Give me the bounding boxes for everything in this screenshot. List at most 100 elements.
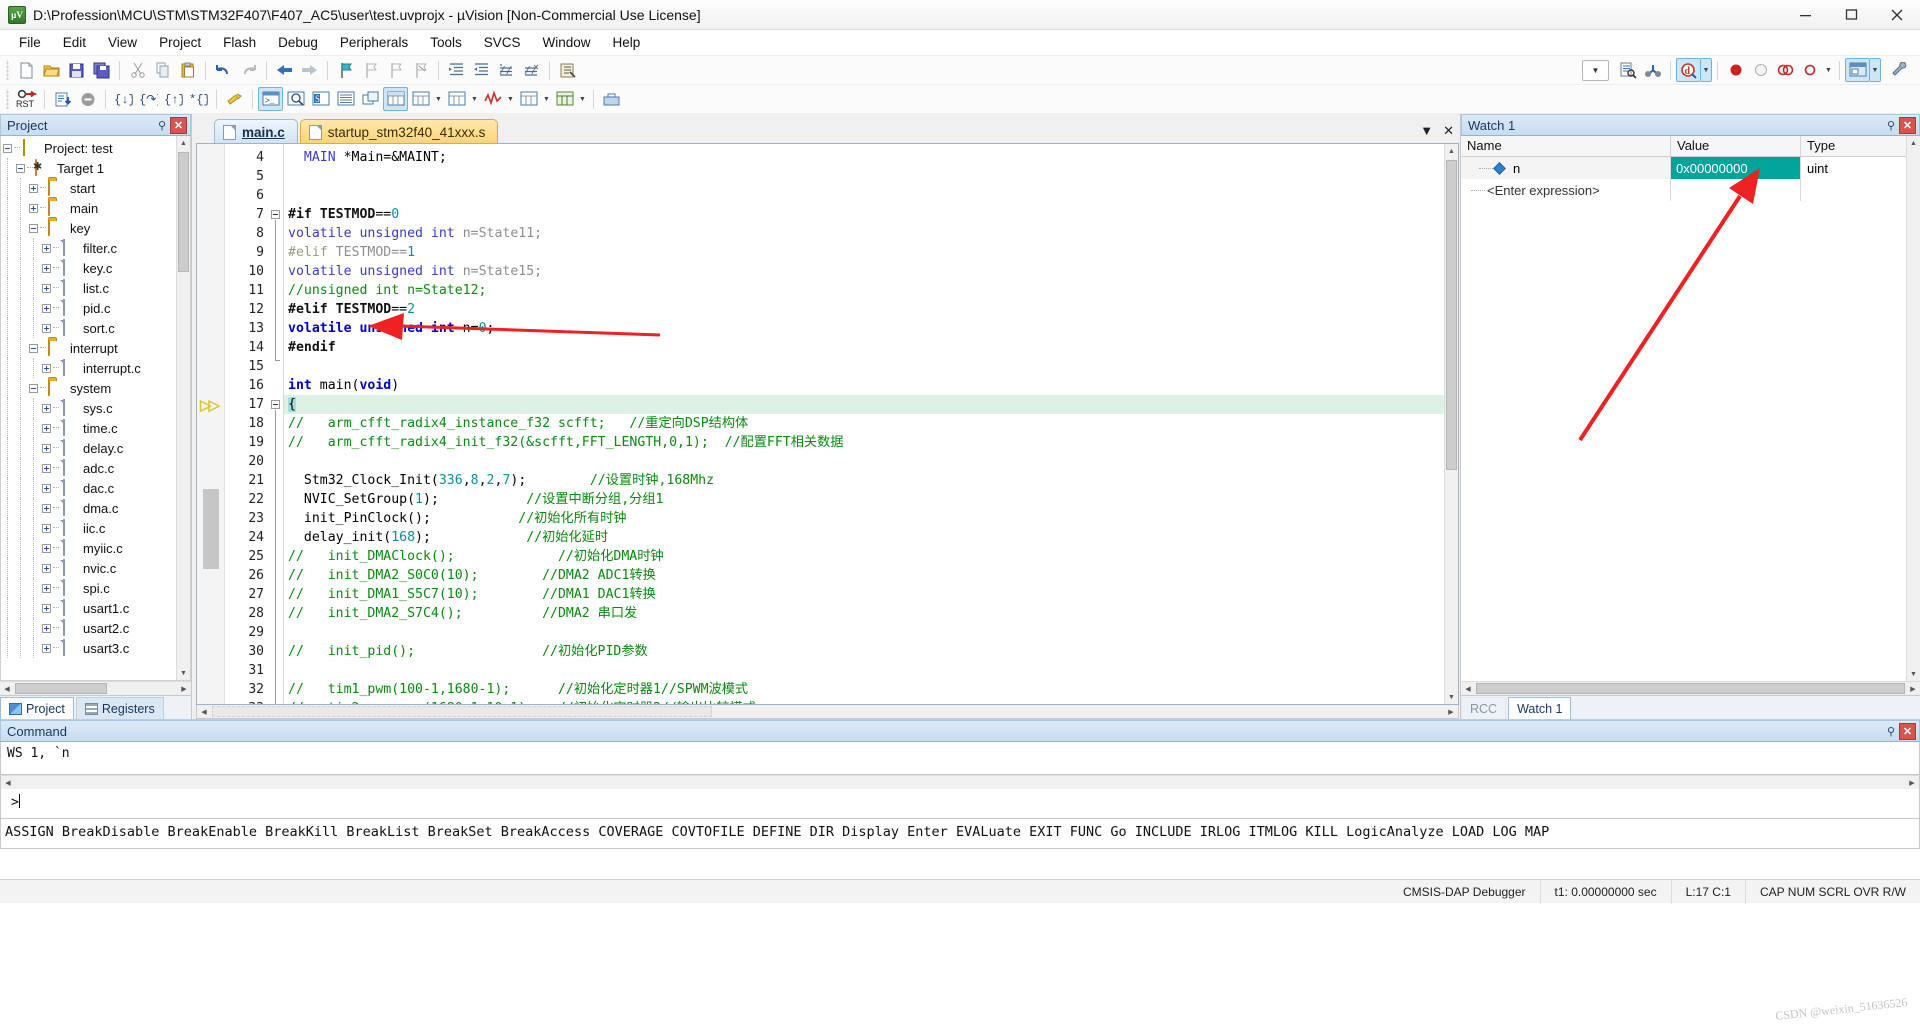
memory-window-icon[interactable] <box>408 87 433 111</box>
minimize-button[interactable] <box>1782 0 1828 30</box>
step-out-icon[interactable]: {↑} <box>161 87 186 111</box>
binocular-icon[interactable] <box>1640 58 1665 82</box>
watch-value[interactable]: 0x00000000 <box>1671 157 1801 179</box>
expand-icon[interactable] <box>40 318 53 338</box>
tree-item-adc-c[interactable]: adc.c <box>1 458 176 478</box>
menu-window[interactable]: Window <box>531 32 601 53</box>
project-tree-vscrollbar[interactable]: ▲ ▼ <box>176 136 190 680</box>
expand-icon[interactable] <box>40 558 53 578</box>
tree-item-sys-c[interactable]: sys.c <box>1 398 176 418</box>
expand-icon[interactable] <box>40 578 53 598</box>
step-over-icon[interactable]: {↷} <box>136 87 161 111</box>
tree-item-filter-c[interactable]: filter.c <box>1 238 176 258</box>
bookmark-clear-icon[interactable] <box>408 58 433 82</box>
menu-tools[interactable]: Tools <box>419 32 473 53</box>
code-line[interactable] <box>284 186 1458 205</box>
indent-icon[interactable] <box>444 58 469 82</box>
trace-icon[interactable] <box>516 87 541 111</box>
outdent-icon[interactable] <box>469 58 494 82</box>
command-input[interactable]: > <box>0 789 1920 819</box>
tree-item-sort-c[interactable]: sort.c <box>1 318 176 338</box>
bookmark-next-icon[interactable] <box>383 58 408 82</box>
scroll-right-icon[interactable]: ▶ <box>177 682 191 696</box>
collapse-icon[interactable] <box>27 378 40 398</box>
cut-icon[interactable] <box>125 58 150 82</box>
tree-item-spi-c[interactable]: spi.c <box>1 578 176 598</box>
code-line[interactable]: // init_DMAClock(); //初始化DMA时钟 <box>284 547 1458 566</box>
menu-debug[interactable]: Debug <box>267 32 329 53</box>
fold-toggle-icon[interactable] <box>271 400 280 409</box>
bookmark-prev-icon[interactable] <box>358 58 383 82</box>
expand-icon[interactable] <box>27 178 40 198</box>
project-tree-hscrollbar[interactable]: ◀ ▶ <box>0 681 191 695</box>
command-window-icon[interactable]: >_ <box>258 87 283 111</box>
tree-item-nvic-c[interactable]: nvic.c <box>1 558 176 578</box>
menu-peripherals[interactable]: Peripherals <box>329 32 419 53</box>
tree-item-list-c[interactable]: list.c <box>1 278 176 298</box>
tree-item-usart2-c[interactable]: usart2.c <box>1 618 176 638</box>
target-dropdown[interactable]: ▼ <box>1582 60 1609 81</box>
code-line[interactable]: // init_DMA2_S0C0(10); //DMA2 ADC1转换 <box>284 566 1458 585</box>
save-icon[interactable] <box>64 58 89 82</box>
code-line[interactable]: int main(void) <box>284 376 1458 395</box>
debug-session-icon[interactable]: d <box>1676 58 1701 82</box>
expand-icon[interactable] <box>40 538 53 558</box>
tree-item-iic-c[interactable]: iic.c <box>1 518 176 538</box>
tree-item-main[interactable]: main <box>1 198 176 218</box>
tree-item-system[interactable]: system <box>1 378 176 398</box>
code-line[interactable] <box>284 452 1458 471</box>
kill-breakpoints-icon[interactable] <box>1773 58 1798 82</box>
memory-window-caret-icon[interactable]: ▼ <box>433 87 444 111</box>
registers-window-icon[interactable] <box>333 87 358 111</box>
collapse-icon[interactable] <box>1 138 14 158</box>
pin-icon[interactable]: ⚲ <box>1883 725 1899 738</box>
tree-item-usart3-c[interactable]: usart3.c <box>1 638 176 658</box>
expand-icon[interactable] <box>40 298 53 318</box>
tree-item-myiic-c[interactable]: myiic.c <box>1 538 176 558</box>
code-line[interactable]: { <box>284 395 1458 414</box>
code-editor[interactable]: ▷▷ 4567891011121314151617181920212223242… <box>196 143 1459 705</box>
close-icon[interactable]: ✕ <box>170 117 187 134</box>
file-search-icon[interactable] <box>1615 58 1640 82</box>
watch-hscrollbar[interactable]: ◀ ▶ <box>1461 681 1920 695</box>
column-header-type[interactable]: Type <box>1801 136 1920 156</box>
scroll-thumb[interactable] <box>1446 160 1457 470</box>
code-line[interactable] <box>284 661 1458 680</box>
expand-icon[interactable] <box>40 458 53 478</box>
stop-icon[interactable] <box>75 87 100 111</box>
expand-icon[interactable] <box>40 478 53 498</box>
column-header-value[interactable]: Value <box>1671 136 1801 156</box>
code-line[interactable]: // arm_cfft_radix4_init_f32(&scfft,FFT_L… <box>284 433 1458 452</box>
breakpoint-menu-caret-icon[interactable]: ▼ <box>1823 58 1834 82</box>
tree-item-start[interactable]: start <box>1 178 176 198</box>
menu-svcs[interactable]: SVCS <box>473 32 532 53</box>
call-stack-icon[interactable] <box>358 87 383 111</box>
forward-icon[interactable] <box>297 58 322 82</box>
scroll-thumb-h[interactable] <box>212 706 712 717</box>
analysis-icon[interactable] <box>480 87 505 111</box>
code-line[interactable]: MAIN *Main=&MAINT; <box>284 148 1458 167</box>
watch-row-n[interactable]: n 0x00000000 uint <box>1461 157 1920 179</box>
breakpoint-icon[interactable] <box>1723 58 1748 82</box>
code-line[interactable] <box>284 167 1458 186</box>
code-line[interactable]: Stm32_Clock_Init(336,8,2,7); //设置时钟,168M… <box>284 471 1458 490</box>
project-tree-container[interactable]: Project: testTarget 1startmainkeyfilter.… <box>0 136 191 681</box>
code-line[interactable]: delay_init(168); //初始化延时 <box>284 528 1458 547</box>
scroll-thumb[interactable] <box>178 152 189 272</box>
back-icon[interactable] <box>272 58 297 82</box>
serial-window-icon[interactable] <box>444 87 469 111</box>
watch-value-empty[interactable] <box>1671 179 1801 201</box>
code-line[interactable] <box>284 357 1458 376</box>
watch-window-icon[interactable] <box>383 87 408 111</box>
project-tree[interactable]: Project: testTarget 1startmainkeyfilter.… <box>1 138 176 680</box>
tree-item-target-1[interactable]: Target 1 <box>1 158 176 178</box>
code-content[interactable]: MAIN *Main=&MAINT; #if TESTMOD==0volatil… <box>283 144 1458 704</box>
uncomment-icon[interactable]: // <box>519 58 544 82</box>
code-line[interactable]: volatile unsigned int n=State15; <box>284 262 1458 281</box>
expand-icon[interactable] <box>40 518 53 538</box>
menu-project[interactable]: Project <box>148 32 212 53</box>
code-line[interactable]: // arm_cfft_radix4_instance_f32 scfft; /… <box>284 414 1458 433</box>
tab-watch-1[interactable]: Watch 1 <box>1508 697 1571 719</box>
code-line[interactable]: #elif TESTMOD==2 <box>284 300 1458 319</box>
copy-icon[interactable] <box>150 58 175 82</box>
